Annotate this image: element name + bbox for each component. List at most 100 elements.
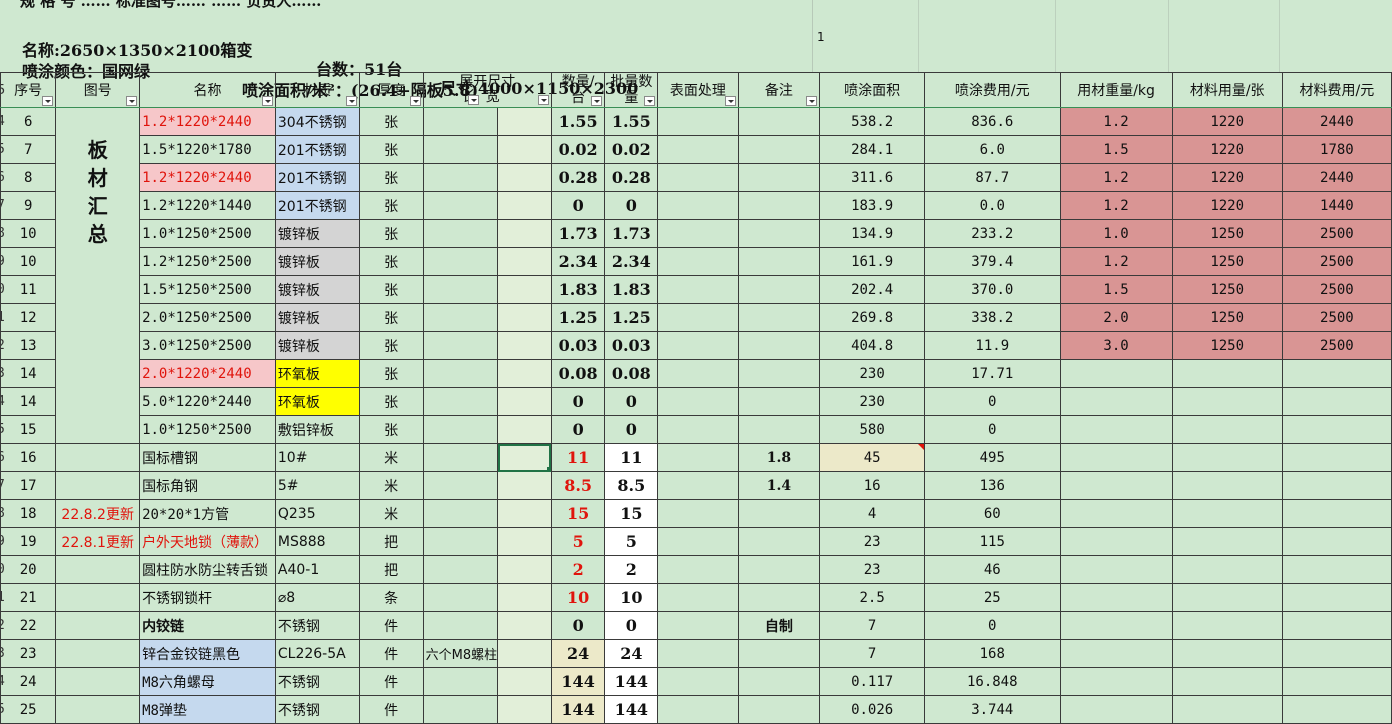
header-right-value[interactable]: 1: [817, 30, 825, 44]
row-mat-weight[interactable]: 1.5: [1059, 275, 1173, 304]
row-unfold-length[interactable]: [422, 135, 499, 164]
row-name[interactable]: 国标角钢: [139, 471, 276, 500]
row-surface[interactable]: [657, 387, 739, 416]
row-unfold-width[interactable]: [497, 555, 552, 584]
col-header-batch[interactable]: 批量数量: [604, 72, 659, 108]
row-spray-area[interactable]: 23: [819, 555, 926, 584]
row-unfold-length[interactable]: [422, 191, 499, 220]
row-surface[interactable]: [657, 359, 739, 388]
row-unfold-width[interactable]: [497, 275, 552, 304]
row-mat-cost[interactable]: 2500: [1281, 219, 1392, 248]
row-unfold-length[interactable]: [422, 695, 499, 724]
filter-icon[interactable]: [724, 96, 736, 106]
filter-icon[interactable]: [261, 96, 273, 106]
row-mat-weight[interactable]: 2.0: [1059, 303, 1173, 332]
row-unfold-length[interactable]: [422, 415, 499, 444]
row-material[interactable]: ⌀8: [274, 583, 360, 612]
row-qty[interactable]: 1.83: [550, 275, 606, 304]
row-material[interactable]: CL226-5A: [274, 639, 360, 668]
row-material[interactable]: 不锈钢: [274, 667, 360, 696]
row-spray-area[interactable]: 134.9: [819, 219, 926, 248]
row-seq[interactable]: 86: [0, 163, 57, 192]
row-name[interactable]: 1.5*1250*2500: [139, 275, 276, 304]
row-batch[interactable]: 1.55: [604, 107, 659, 136]
row-spray-area[interactable]: 538.2: [819, 107, 926, 136]
row-mat-cost[interactable]: [1281, 415, 1392, 444]
row-material[interactable]: 10#: [274, 443, 360, 472]
row-unit[interactable]: 把: [358, 527, 424, 556]
row-remark[interactable]: [737, 387, 821, 416]
row-unit[interactable]: 张: [358, 163, 424, 192]
row-batch[interactable]: 0: [604, 415, 659, 444]
row-mat-weight[interactable]: 1.2: [1059, 191, 1173, 220]
row-surface[interactable]: [657, 667, 739, 696]
row-spray-area[interactable]: 0.117: [819, 667, 926, 696]
row-name[interactable]: 5.0*1220*2440: [139, 387, 276, 416]
row-spray-area[interactable]: 16: [819, 471, 926, 500]
filter-icon[interactable]: [537, 94, 549, 105]
row-unfold-width[interactable]: [497, 387, 552, 416]
row-qty[interactable]: 11: [550, 443, 606, 472]
row-unfold-length[interactable]: [422, 583, 499, 612]
row-mat-weight[interactable]: [1059, 387, 1173, 416]
row-name[interactable]: 1.2*1220*1440: [139, 191, 276, 220]
row-mat-usage[interactable]: [1171, 639, 1283, 668]
row-unit[interactable]: 条: [358, 583, 424, 612]
row-drawing[interactable]: [55, 443, 141, 472]
row-seq[interactable]: 244: [0, 667, 57, 696]
row-qty[interactable]: 24: [550, 639, 606, 668]
col-header-mat-cost[interactable]: 材料费用/元: [1281, 72, 1392, 108]
row-unfold-length[interactable]: [422, 555, 499, 584]
row-qty[interactable]: 15: [550, 499, 606, 528]
row-mat-usage[interactable]: 1220: [1171, 191, 1283, 220]
row-material[interactable]: 不锈钢: [274, 695, 360, 724]
row-seq[interactable]: 211: [0, 583, 57, 612]
row-seq[interactable]: 144: [0, 387, 57, 416]
row-remark[interactable]: [737, 331, 821, 360]
row-remark[interactable]: [737, 359, 821, 388]
filter-icon[interactable]: [644, 96, 656, 106]
row-surface[interactable]: [657, 107, 739, 136]
row-qty[interactable]: 5: [550, 527, 606, 556]
row-drawing[interactable]: [55, 611, 141, 640]
row-qty[interactable]: 0: [550, 387, 606, 416]
row-seq[interactable]: 166: [0, 443, 57, 472]
row-unfold-width[interactable]: [497, 191, 552, 220]
row-batch[interactable]: 0.08: [604, 359, 659, 388]
row-name[interactable]: 2.0*1250*2500: [139, 303, 276, 332]
row-surface[interactable]: [657, 247, 739, 276]
row-unit[interactable]: 张: [358, 247, 424, 276]
row-mat-weight[interactable]: [1059, 555, 1173, 584]
row-spray-cost[interactable]: 87.7: [924, 163, 1061, 192]
row-batch[interactable]: 10: [604, 583, 659, 612]
row-spray-cost[interactable]: 0.0: [924, 191, 1061, 220]
row-name[interactable]: 1.2*1250*2500: [139, 247, 276, 276]
row-drawing[interactable]: [55, 583, 141, 612]
row-mat-weight[interactable]: 1.2: [1059, 163, 1173, 192]
row-surface[interactable]: [657, 191, 739, 220]
row-drawing[interactable]: 22.8.1更新: [55, 527, 141, 556]
row-material[interactable]: A40-1: [274, 555, 360, 584]
row-remark[interactable]: [737, 135, 821, 164]
row-surface[interactable]: [657, 583, 739, 612]
row-unfold-length[interactable]: [422, 527, 499, 556]
row-mat-usage[interactable]: 1220: [1171, 163, 1283, 192]
row-surface[interactable]: [657, 499, 739, 528]
row-unfold-width[interactable]: [497, 527, 552, 556]
row-batch[interactable]: 1.73: [604, 219, 659, 248]
row-unfold-length[interactable]: [422, 107, 499, 136]
col-header-spray-cost[interactable]: 喷涂费用/元: [924, 72, 1061, 108]
row-qty[interactable]: 2: [550, 555, 606, 584]
row-unfold-width[interactable]: [497, 219, 552, 248]
row-material[interactable]: 5#: [274, 471, 360, 500]
row-unfold-width[interactable]: [497, 499, 552, 528]
row-seq[interactable]: 177: [0, 471, 57, 500]
row-mat-cost[interactable]: [1281, 471, 1392, 500]
row-unit[interactable]: 米: [358, 471, 424, 500]
row-mat-cost[interactable]: [1281, 611, 1392, 640]
row-spray-area[interactable]: 0.026: [819, 695, 926, 724]
row-spray-cost[interactable]: 379.4: [924, 247, 1061, 276]
row-spray-cost[interactable]: 60: [924, 499, 1061, 528]
row-mat-cost[interactable]: [1281, 359, 1392, 388]
row-material[interactable]: 镀锌板: [274, 275, 360, 304]
